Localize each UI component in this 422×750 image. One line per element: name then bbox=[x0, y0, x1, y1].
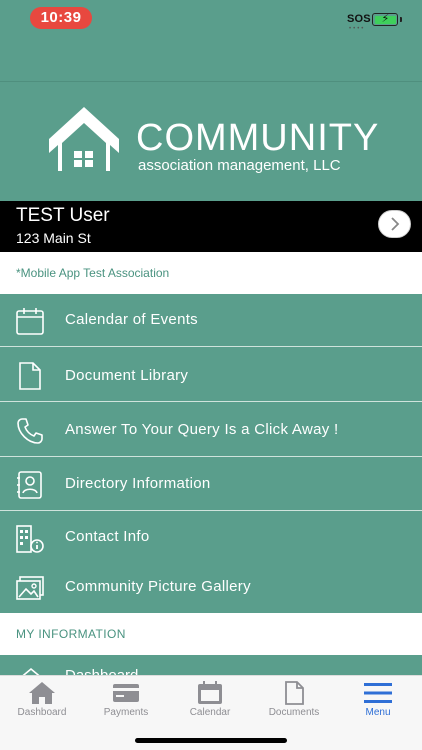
gallery-icon bbox=[16, 576, 44, 600]
menu-item-contact-info[interactable]: Contact Info bbox=[0, 512, 422, 565]
tab-label: Payments bbox=[103, 707, 149, 718]
tab-label: Dashboard bbox=[17, 707, 67, 718]
menu-item-label: Directory Information bbox=[65, 475, 211, 492]
calendar-icon bbox=[16, 308, 44, 335]
association-name: *Mobile App Test Association bbox=[16, 266, 170, 280]
home-icon bbox=[22, 667, 40, 675]
menu-item-picture-gallery[interactable]: Community Picture Gallery bbox=[0, 563, 422, 614]
section-header-my-information: MY INFORMATION bbox=[0, 613, 422, 655]
menu-item-label: Answer To Your Query Is a Click Away ! bbox=[65, 421, 339, 438]
calendar-icon bbox=[198, 681, 222, 704]
menu-item-label: Calendar of Events bbox=[65, 311, 198, 328]
chevron-right-icon bbox=[390, 217, 399, 231]
brand-title: COMMUNITY bbox=[136, 117, 380, 159]
status-bar: 10:39 SOS •••• ⚡ bbox=[0, 0, 422, 40]
tab-calendar[interactable]: Calendar bbox=[168, 679, 252, 724]
building-info-icon bbox=[16, 525, 44, 553]
user-profile-bar[interactable]: TEST User 123 Main St bbox=[0, 201, 422, 252]
tab-label: Documents bbox=[268, 707, 320, 718]
credit-card-icon bbox=[113, 684, 139, 702]
hamburger-menu-icon bbox=[364, 683, 392, 703]
menu-item-label: Community Picture Gallery bbox=[65, 578, 251, 595]
tab-documents[interactable]: Documents bbox=[252, 679, 336, 724]
phone-icon bbox=[17, 418, 43, 444]
menu-item-dashboard[interactable]: Dashboard bbox=[0, 655, 422, 675]
menu-item-directory-information[interactable]: Directory Information bbox=[0, 458, 422, 511]
brand-subtitle: association management, LLC bbox=[138, 157, 341, 174]
document-icon bbox=[19, 362, 41, 390]
signal-dots: •••• bbox=[349, 26, 366, 32]
status-time: 10:39 bbox=[30, 7, 92, 29]
battery-icon: ⚡ bbox=[372, 13, 402, 26]
menu-item-document-library[interactable]: Document Library bbox=[0, 349, 422, 402]
tab-label: Calendar bbox=[189, 707, 231, 718]
user-name: TEST User bbox=[16, 205, 110, 226]
tab-menu[interactable]: Menu bbox=[336, 679, 420, 724]
document-icon bbox=[285, 681, 304, 705]
carrier-status: SOS bbox=[347, 13, 371, 25]
house-logo-icon bbox=[49, 107, 119, 171]
association-bar: *Mobile App Test Association bbox=[0, 252, 422, 294]
company-logo: COMMUNITY association management, LLC bbox=[48, 105, 388, 185]
tab-label: Menu bbox=[365, 707, 391, 718]
directory-icon bbox=[17, 471, 42, 499]
menu-item-label: Contact Info bbox=[65, 528, 150, 545]
menu-item-calendar-of-events[interactable]: Calendar of Events bbox=[0, 294, 422, 347]
user-address: 123 Main St bbox=[16, 230, 91, 246]
profile-arrow-button[interactable] bbox=[378, 210, 411, 238]
menu-item-label: Document Library bbox=[65, 367, 189, 384]
menu-item-label: Dashboard bbox=[65, 667, 138, 675]
tab-dashboard[interactable]: Dashboard bbox=[0, 679, 84, 724]
home-indicator bbox=[135, 738, 287, 743]
section-title: MY INFORMATION bbox=[16, 627, 126, 641]
menu-item-answer-query[interactable]: Answer To Your Query Is a Click Away ! bbox=[0, 404, 422, 457]
tab-payments[interactable]: Payments bbox=[84, 679, 168, 724]
home-icon bbox=[29, 682, 55, 704]
header-divider bbox=[0, 81, 422, 82]
